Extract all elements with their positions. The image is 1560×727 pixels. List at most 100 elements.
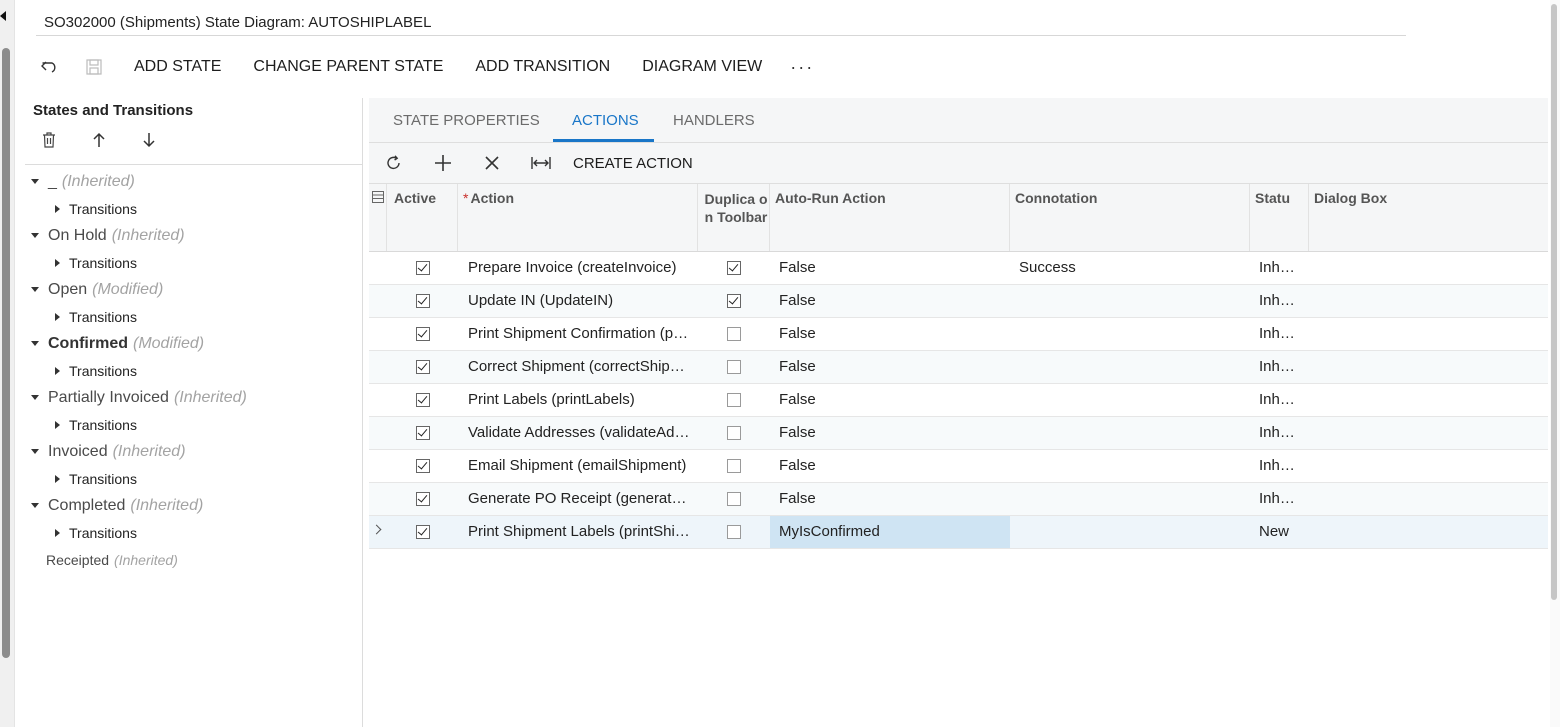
- duplicate-checkbox[interactable]: [727, 261, 741, 275]
- action-cell[interactable]: Email Shipment (emailShipment): [468, 450, 693, 482]
- column-header-duplicate[interactable]: Duplica on Toolbar: [698, 184, 770, 251]
- action-cell[interactable]: Prepare Invoice (createInvoice): [468, 252, 693, 284]
- add-transition-button[interactable]: ADD TRANSITION: [475, 58, 610, 76]
- autorun-cell[interactable]: False: [779, 417, 1009, 449]
- table-row[interactable]: Print Shipment Confirmation (pr… False I…: [369, 318, 1548, 351]
- dialog-cell[interactable]: [1314, 417, 1544, 449]
- dialog-cell[interactable]: [1314, 483, 1544, 515]
- tree-state-on-hold[interactable]: On Hold (Inherited): [25, 222, 362, 249]
- tree-transitions[interactable]: Transitions: [25, 249, 362, 276]
- arrow-down-icon[interactable]: [139, 130, 159, 150]
- delete-icon[interactable]: [481, 152, 503, 174]
- column-config-icon[interactable]: [369, 184, 387, 251]
- connotation-cell[interactable]: [1019, 483, 1249, 515]
- chevron-right-icon[interactable]: [55, 474, 60, 483]
- chevron-down-icon[interactable]: [31, 179, 39, 184]
- dialog-cell[interactable]: [1314, 285, 1544, 317]
- chevron-down-icon[interactable]: [31, 395, 39, 400]
- connotation-cell[interactable]: [1019, 384, 1249, 416]
- action-cell[interactable]: Print Shipment Labels (printShi…: [468, 516, 693, 548]
- tab-state-properties[interactable]: STATE PROPERTIES: [393, 112, 540, 129]
- left-scrollbar[interactable]: [0, 0, 15, 727]
- connotation-cell[interactable]: [1019, 318, 1249, 350]
- create-action-button[interactable]: CREATE ACTION: [573, 155, 693, 172]
- chevron-down-icon[interactable]: [31, 233, 39, 238]
- panel-divider[interactable]: [362, 98, 363, 727]
- more-menu-button[interactable]: ···: [790, 57, 814, 78]
- refresh-icon[interactable]: [383, 152, 405, 174]
- arrow-up-icon[interactable]: [89, 130, 109, 150]
- chevron-right-icon[interactable]: [55, 420, 60, 429]
- action-cell[interactable]: Correct Shipment (correctShip…: [468, 351, 693, 383]
- diagram-view-button[interactable]: DIAGRAM VIEW: [642, 58, 762, 76]
- tree-transitions[interactable]: Transitions: [25, 465, 362, 492]
- duplicate-checkbox[interactable]: [727, 426, 741, 440]
- dialog-cell[interactable]: [1314, 318, 1544, 350]
- tree-transitions[interactable]: Transitions: [25, 519, 362, 546]
- active-checkbox[interactable]: [416, 459, 430, 473]
- active-checkbox[interactable]: [416, 360, 430, 374]
- connotation-cell[interactable]: [1019, 285, 1249, 317]
- table-row[interactable]: Update IN (UpdateIN) False Inh…: [369, 285, 1548, 318]
- autorun-cell[interactable]: False: [779, 384, 1009, 416]
- chevron-right-icon[interactable]: [55, 258, 60, 267]
- autorun-cell[interactable]: False: [779, 450, 1009, 482]
- tree-transitions[interactable]: Transitions: [25, 303, 362, 330]
- column-header-status[interactable]: Statu: [1250, 184, 1309, 251]
- right-scrollbar[interactable]: [1550, 0, 1560, 727]
- active-checkbox[interactable]: [416, 327, 430, 341]
- scrollbar-thumb[interactable]: [1551, 4, 1557, 600]
- tab-actions[interactable]: ACTIONS: [572, 112, 639, 129]
- autorun-cell[interactable]: False: [779, 318, 1009, 350]
- active-checkbox[interactable]: [416, 426, 430, 440]
- duplicate-checkbox[interactable]: [727, 393, 741, 407]
- action-cell[interactable]: Generate PO Receipt (generat…: [468, 483, 693, 515]
- table-row[interactable]: Correct Shipment (correctShip… False Inh…: [369, 351, 1548, 384]
- chevron-down-icon[interactable]: [31, 449, 39, 454]
- tree-transitions[interactable]: Transitions: [25, 411, 362, 438]
- autorun-cell[interactable]: False: [779, 483, 1009, 515]
- autorun-cell[interactable]: MyIsConfirmed: [770, 516, 1010, 548]
- chevron-down-icon[interactable]: [31, 341, 39, 346]
- active-checkbox[interactable]: [416, 492, 430, 506]
- change-parent-state-button[interactable]: CHANGE PARENT STATE: [253, 58, 443, 76]
- chevron-down-icon[interactable]: [31, 503, 39, 508]
- table-row[interactable]: Prepare Invoice (createInvoice) False Su…: [369, 252, 1548, 285]
- chevron-down-icon[interactable]: [31, 287, 39, 292]
- table-row[interactable]: Print Labels (printLabels) False Inh…: [369, 384, 1548, 417]
- undo-icon[interactable]: [40, 57, 60, 77]
- action-cell[interactable]: Print Labels (printLabels): [468, 384, 693, 416]
- autorun-cell[interactable]: False: [779, 285, 1009, 317]
- collapse-arrow-icon[interactable]: [0, 11, 6, 21]
- dialog-cell[interactable]: [1314, 450, 1544, 482]
- scrollbar-thumb[interactable]: [2, 48, 10, 658]
- dialog-cell[interactable]: [1314, 252, 1544, 284]
- autorun-cell[interactable]: False: [779, 351, 1009, 383]
- tab-handlers[interactable]: HANDLERS: [673, 112, 755, 129]
- table-row[interactable]: Email Shipment (emailShipment) False Inh…: [369, 450, 1548, 483]
- tree-transitions[interactable]: Transitions: [25, 357, 362, 384]
- tree-state-open[interactable]: Open (Modified): [25, 276, 362, 303]
- tree-state-invoiced[interactable]: Invoiced (Inherited): [25, 438, 362, 465]
- table-row-selected[interactable]: Print Shipment Labels (printShi… MyIsCon…: [369, 516, 1548, 549]
- duplicate-checkbox[interactable]: [727, 360, 741, 374]
- tree-state-confirmed[interactable]: Confirmed (Modified): [25, 330, 362, 357]
- duplicate-checkbox[interactable]: [727, 294, 741, 308]
- duplicate-checkbox[interactable]: [727, 525, 741, 539]
- connotation-cell[interactable]: [1019, 516, 1249, 548]
- duplicate-checkbox[interactable]: [727, 459, 741, 473]
- column-header-action[interactable]: * Action: [458, 184, 698, 251]
- connotation-cell[interactable]: [1019, 351, 1249, 383]
- table-row[interactable]: Validate Addresses (validateAd… False In…: [369, 417, 1548, 450]
- column-header-active[interactable]: Active: [387, 184, 458, 251]
- dialog-cell[interactable]: [1314, 351, 1544, 383]
- tree-transitions[interactable]: Transitions: [25, 195, 362, 222]
- active-checkbox[interactable]: [416, 261, 430, 275]
- connotation-cell[interactable]: [1019, 450, 1249, 482]
- column-header-connotation[interactable]: Connotation: [1010, 184, 1250, 251]
- action-cell[interactable]: Validate Addresses (validateAd…: [468, 417, 693, 449]
- add-state-button[interactable]: ADD STATE: [134, 58, 221, 76]
- action-cell[interactable]: Print Shipment Confirmation (pr…: [468, 318, 693, 350]
- tree-state-underscore[interactable]: _ (Inherited): [25, 168, 362, 195]
- chevron-right-icon[interactable]: [55, 312, 60, 321]
